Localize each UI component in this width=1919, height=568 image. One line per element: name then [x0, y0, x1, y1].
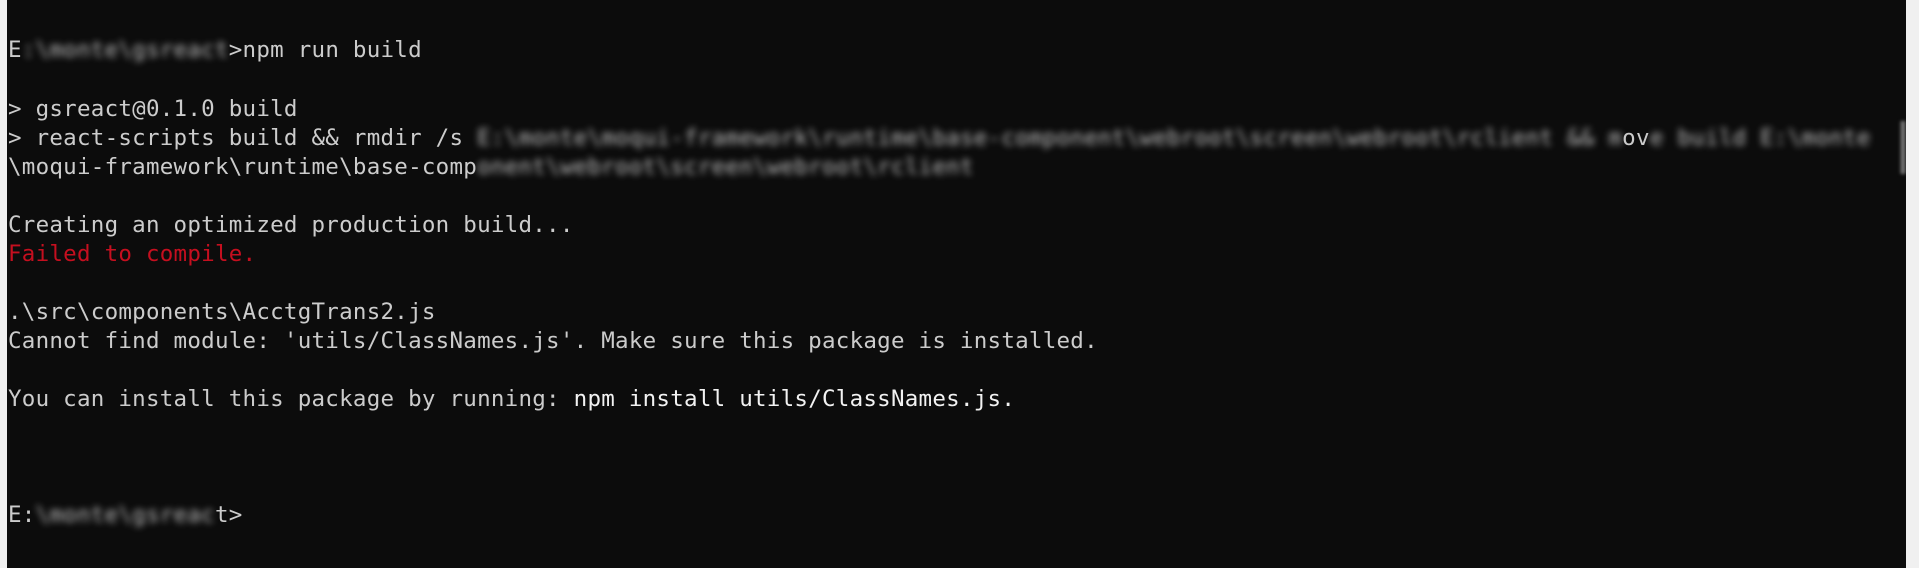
redacted-path: E:\monte\moqui-framework\runtime\base-co…	[477, 125, 1623, 151]
script-command-wrap-text: \moqui-framework\runtime\base-comp	[8, 154, 478, 180]
redacted-path: e build E:\monte	[1649, 125, 1871, 151]
prompt-drive: E:	[8, 502, 36, 528]
script-command-text: > react-scripts build && rmdir /s	[8, 125, 478, 151]
terminal-output[interactable]: E:\monte\gsreact>npm run build > gsreact…	[7, 0, 1906, 568]
redacted-path: onent\webroot\screen\webroot\rclient	[477, 154, 974, 180]
command-fragment: ov	[1622, 125, 1650, 151]
script-header-line: > gsreact@0.1.0 build	[8, 96, 298, 122]
terminal-window: E:\monte\gsreact>npm run build > gsreact…	[0, 0, 1919, 568]
redacted-path: :\monte\gsreact	[21, 37, 229, 63]
install-command: npm install utils/ClassNames.js.	[573, 386, 1016, 412]
command-text: >npm run build	[228, 37, 422, 63]
redacted-glyph-mark	[1900, 121, 1906, 174]
install-hint-line: You can install this package by running:…	[8, 385, 1015, 414]
install-hint-prefix: You can install this package by running:	[8, 386, 574, 412]
prompt-suffix: t>	[214, 502, 243, 528]
error-message-line: Cannot find module: 'utils/ClassNames.js…	[8, 328, 1098, 354]
prompt-line-1: E:\monte\gsreact>npm run build	[8, 36, 422, 65]
script-command-line: > react-scripts build && rmdir /s E:\mon…	[8, 124, 1871, 153]
prompt-drive: E	[8, 37, 22, 63]
failed-to-compile-line: Failed to compile.	[8, 241, 257, 267]
redacted-path: \monte\gsreac	[35, 502, 215, 528]
creating-build-line: Creating an optimized production build..…	[8, 212, 574, 238]
script-command-wrap-line: \moqui-framework\runtime\base-component\…	[8, 153, 974, 182]
prompt-line-2[interactable]: E:\monte\gsreact>	[8, 501, 243, 530]
error-file-line: .\src\components\AcctgTrans2.js	[8, 299, 436, 325]
